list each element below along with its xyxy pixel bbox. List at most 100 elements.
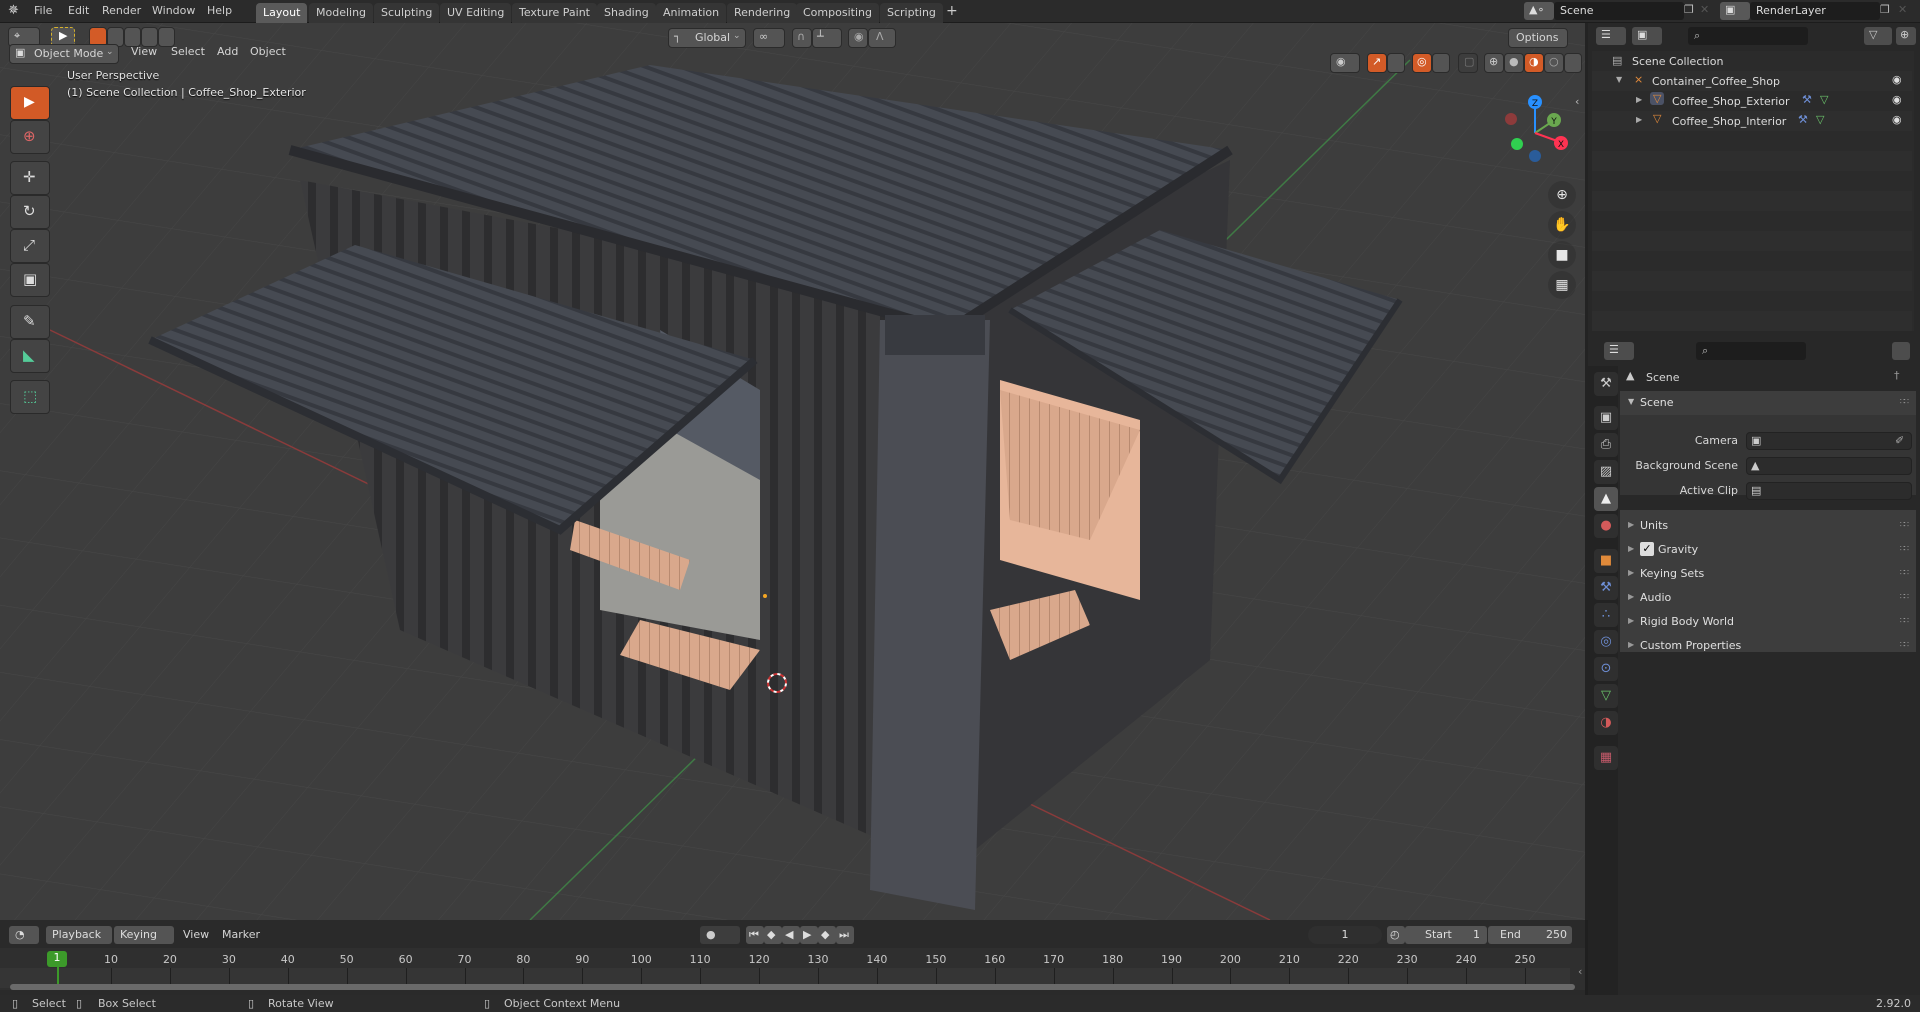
properties-options-dropdown[interactable]: [1892, 342, 1910, 360]
timeline-menu-marker[interactable]: Marker: [222, 928, 260, 941]
scene-browse-button[interactable]: ▲∘: [1524, 2, 1554, 20]
select-invert-button[interactable]: [141, 27, 158, 47]
drag-handle-icon[interactable]: ∷∷: [1900, 640, 1909, 649]
transform-orientation-dropdown[interactable]: ┐ Global ⌄: [668, 28, 746, 48]
new-collection-button[interactable]: ⊕: [1896, 27, 1916, 45]
prev-keyframe-button[interactable]: ◆: [764, 926, 782, 944]
timeline-menu-view[interactable]: View: [183, 928, 209, 941]
viewlayer-browse-button[interactable]: ▣: [1720, 2, 1750, 20]
panel-keying-sets[interactable]: ▶ Keying Sets ∷∷: [1620, 562, 1916, 586]
select-subtract-button[interactable]: [124, 27, 141, 47]
camera-field[interactable]: ▣ ✐: [1746, 432, 1912, 450]
tab-constraints[interactable]: ⊙: [1594, 657, 1618, 681]
gravity-checkbox[interactable]: ✓: [1640, 542, 1654, 556]
navigation-gizmo[interactable]: Z Y X: [1495, 88, 1575, 178]
blender-logo-icon[interactable]: ✵: [8, 3, 19, 18]
sidebar-toggle-icon[interactable]: ‹: [1575, 95, 1579, 108]
preview-range-toggle[interactable]: ◴: [1387, 926, 1405, 944]
active-clip-field[interactable]: ▤: [1746, 482, 1912, 500]
new-viewlayer-icon[interactable]: ❐: [1880, 3, 1890, 16]
eyedropper-icon[interactable]: ✐: [1895, 434, 1904, 447]
panel-audio[interactable]: ▶ Audio ∷∷: [1620, 586, 1916, 610]
drag-handle-icon[interactable]: ∷∷: [1900, 616, 1909, 625]
gizmo-toggle[interactable]: ↗: [1367, 53, 1387, 73]
menu-file[interactable]: File: [34, 4, 52, 17]
tool-rotate[interactable]: ↻: [10, 195, 50, 229]
play-reverse-button[interactable]: ◀: [782, 926, 800, 944]
background-scene-field[interactable]: ▲: [1746, 457, 1912, 475]
tool-transform[interactable]: ▣: [10, 263, 50, 297]
next-keyframe-button[interactable]: ◆: [818, 926, 836, 944]
display-mode-dropdown[interactable]: ▣: [1632, 27, 1662, 45]
drag-handle-icon[interactable]: ∷∷: [1900, 568, 1909, 577]
tool-move[interactable]: ✛: [10, 161, 50, 195]
disclosure-collapsed-icon[interactable]: ▶: [1636, 95, 1642, 104]
gizmo-neg-z-axis[interactable]: [1529, 150, 1541, 162]
end-frame-field[interactable]: End 250: [1488, 926, 1572, 944]
outliner-item-interior[interactable]: ▶ ▽ Coffee_Shop_Interior ⚒ ▽ ◉: [1592, 111, 1912, 131]
tool-annotate[interactable]: ✎: [10, 305, 50, 339]
pan-view-button[interactable]: ✋: [1548, 211, 1576, 239]
visibility-dropdown[interactable]: ◉: [1330, 53, 1360, 73]
xray-toggle[interactable]: ▢: [1458, 53, 1478, 73]
tab-modifiers[interactable]: ⚒: [1594, 576, 1618, 600]
viewport-menu-add[interactable]: Add: [217, 45, 238, 58]
current-frame-field[interactable]: 1: [1308, 926, 1382, 944]
ortho-toggle-button[interactable]: ▦: [1548, 271, 1576, 299]
modifier-wrench-icon[interactable]: ⚒: [1798, 113, 1808, 126]
gizmo-neg-y-axis[interactable]: [1511, 138, 1523, 150]
tool-select-box[interactable]: ▶: [10, 86, 50, 120]
timeline-region-toggle-icon[interactable]: ‹: [1578, 965, 1582, 978]
viewlayer-name-field[interactable]: RenderLayer: [1750, 2, 1880, 20]
panel-gravity[interactable]: ▶ ✓ Gravity ∷∷: [1620, 538, 1916, 562]
mesh-data-icon[interactable]: ▽: [1816, 113, 1824, 126]
select-intersect-button[interactable]: [158, 27, 175, 47]
menu-edit[interactable]: Edit: [68, 4, 89, 17]
tab-render[interactable]: ▣: [1594, 406, 1618, 430]
tab-compositing[interactable]: Compositing: [796, 3, 879, 23]
jump-start-button[interactable]: ⏮: [746, 926, 764, 944]
modifier-wrench-icon[interactable]: ⚒: [1802, 93, 1812, 106]
disclosure-collapsed-icon[interactable]: ▶: [1636, 115, 1642, 124]
tab-data[interactable]: ▽: [1594, 684, 1618, 708]
timeline-editor-type-button[interactable]: ◔: [9, 926, 39, 944]
playhead[interactable]: 1: [47, 951, 67, 967]
shading-rendered-button[interactable]: ○: [1544, 53, 1564, 73]
properties-search-field[interactable]: ⌕: [1696, 342, 1806, 360]
tool-add-cube[interactable]: ⬚: [10, 380, 50, 414]
overlays-toggle[interactable]: ◎: [1412, 53, 1432, 73]
mode-dropdown[interactable]: ▣ Object Mode ⌄: [9, 44, 119, 64]
shading-material-button[interactable]: ◑: [1524, 53, 1544, 73]
drag-handle-icon[interactable]: ∷∷: [1900, 397, 1909, 406]
add-workspace-button[interactable]: +: [946, 3, 958, 19]
tab-scripting[interactable]: Scripting: [880, 3, 943, 23]
gizmo-neg-x-axis[interactable]: [1505, 113, 1517, 125]
tab-rendering[interactable]: Rendering: [727, 3, 798, 23]
mesh-data-icon[interactable]: ▽: [1820, 93, 1828, 106]
outliner-item-exterior[interactable]: ▶ ▽ Coffee_Shop_Exterior ⚒ ▽ ◉: [1592, 91, 1912, 111]
properties-editor-type-button[interactable]: ☰: [1604, 342, 1634, 360]
panel-rigid-body-world[interactable]: ▶ Rigid Body World ∷∷: [1620, 610, 1916, 634]
playback-dropdown[interactable]: Playback: [46, 926, 112, 944]
tab-layout[interactable]: Layout: [256, 3, 308, 23]
zoom-view-button[interactable]: ⊕: [1548, 181, 1576, 209]
play-button[interactable]: ▶: [800, 926, 818, 944]
tab-uv-editing[interactable]: UV Editing: [440, 3, 512, 23]
proportional-falloff-dropdown[interactable]: Λ: [868, 28, 896, 48]
disclosure-expanded-icon[interactable]: ▼: [1616, 75, 1622, 84]
panel-scene-header[interactable]: ▼ Scene ∷∷: [1620, 391, 1916, 415]
outliner-search-field[interactable]: ⌕: [1688, 27, 1808, 45]
tab-animation[interactable]: Animation: [656, 3, 727, 23]
tab-world[interactable]: ●: [1594, 514, 1618, 538]
shading-dropdown[interactable]: [1564, 53, 1582, 73]
3d-viewport[interactable]: ⌖ ▶ ┐ Global ⌄ ∞ ∩ ┴ ◉ Λ Options ▣ Objec…: [0, 23, 1585, 920]
outliner-scene-collection[interactable]: ▤ Scene Collection: [1592, 51, 1912, 71]
tab-sculpting[interactable]: Sculpting: [374, 3, 440, 23]
visibility-eye-icon[interactable]: ◉: [1892, 73, 1902, 86]
visibility-eye-icon[interactable]: ◉: [1892, 113, 1902, 126]
tab-modeling[interactable]: Modeling: [309, 3, 374, 23]
scene-name-field[interactable]: Scene: [1554, 2, 1684, 20]
tab-particles[interactable]: ∴: [1594, 603, 1618, 627]
snap-toggle[interactable]: ∩: [792, 28, 812, 48]
shading-wireframe-button[interactable]: ⊕: [1484, 53, 1504, 73]
